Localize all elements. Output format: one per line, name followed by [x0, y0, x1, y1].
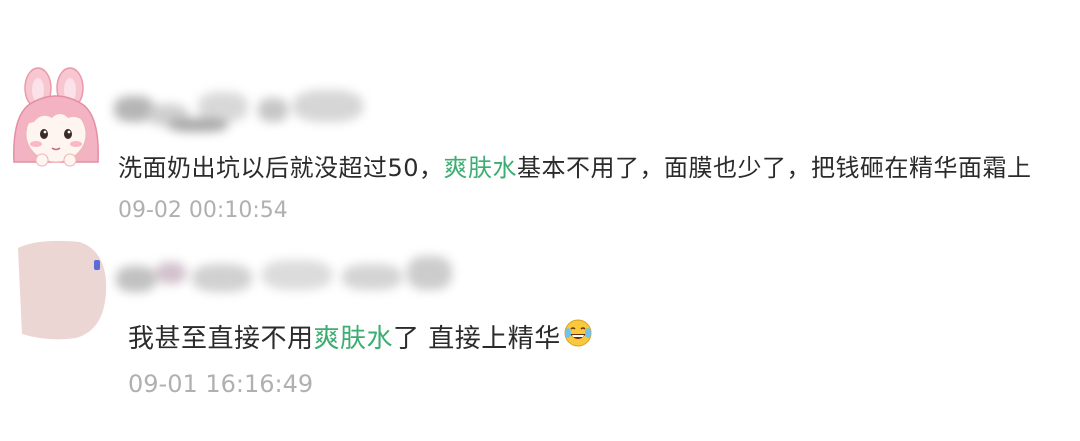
comment-timestamp: 09-01 16:16:49	[128, 370, 314, 398]
blurred-avatar-icon[interactable]	[18, 238, 114, 348]
comment-text: 我甚至直接不用爽肤水了 直接上精华	[128, 318, 593, 358]
comment-text-before: 洗面奶出坑以后就没超过50，	[118, 154, 444, 182]
pink-bunny-girl-avatar-icon[interactable]	[8, 66, 104, 174]
comment-timestamp: 09-02 00:10:54	[118, 198, 288, 223]
comment-text-after: 基本不用了，面膜也少了，把钱砸在精华面霜上	[517, 154, 1032, 182]
comment-text: 洗面奶出坑以后就没超过50，爽肤水基本不用了，面膜也少了，把钱砸在精华面霜上	[118, 148, 1032, 183]
comment-item: 我甚至直接不用爽肤水了 直接上精华 09-01 16:16:49	[0, 232, 1080, 412]
highlight-keyword[interactable]: 爽肤水	[314, 324, 394, 354]
username-blurred[interactable]	[108, 82, 393, 142]
comment-item: 洗面奶出坑以后就没超过50，爽肤水基本不用了，面膜也少了，把钱砸在精华面霜上 0…	[0, 60, 1080, 230]
highlight-keyword[interactable]: 爽肤水	[444, 154, 518, 182]
username-blurred[interactable]	[112, 250, 472, 310]
comment-list: 洗面奶出坑以后就没超过50，爽肤水基本不用了，面膜也少了，把钱砸在精华面霜上 0…	[0, 0, 1080, 441]
comment-text-after: 了 直接上精华	[393, 324, 561, 354]
comment-text-before: 我甚至直接不用	[128, 324, 314, 354]
laughing-tears-emoji-icon	[563, 318, 593, 355]
